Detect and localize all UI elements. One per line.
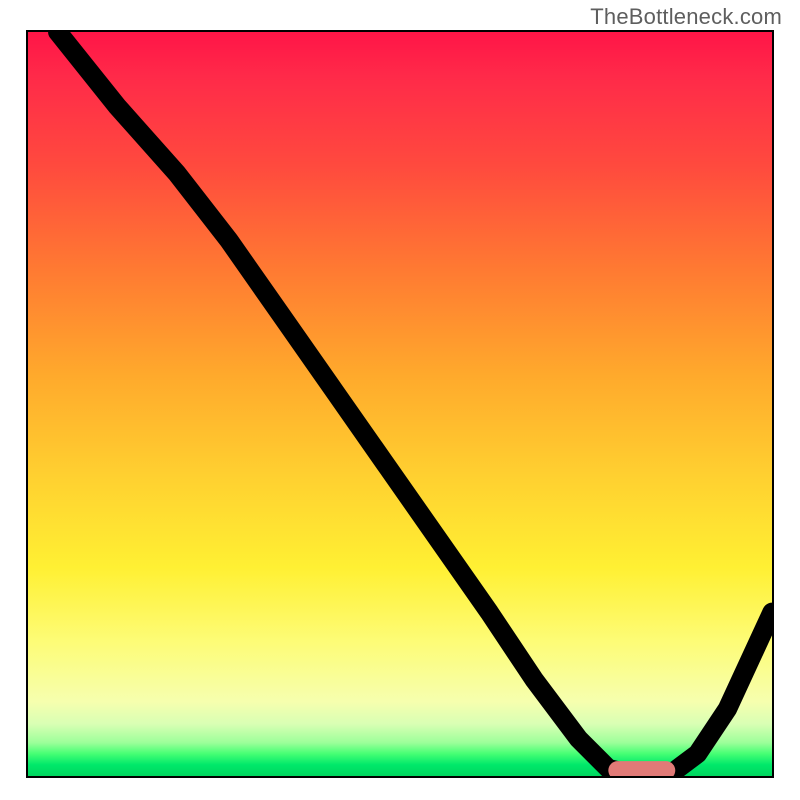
curve-layer bbox=[28, 32, 772, 776]
bottleneck-curve bbox=[58, 32, 772, 776]
plot-area bbox=[26, 30, 774, 778]
minimum-marker bbox=[608, 761, 675, 776]
watermark-text: TheBottleneck.com bbox=[590, 4, 782, 30]
chart-frame: TheBottleneck.com bbox=[0, 0, 800, 800]
